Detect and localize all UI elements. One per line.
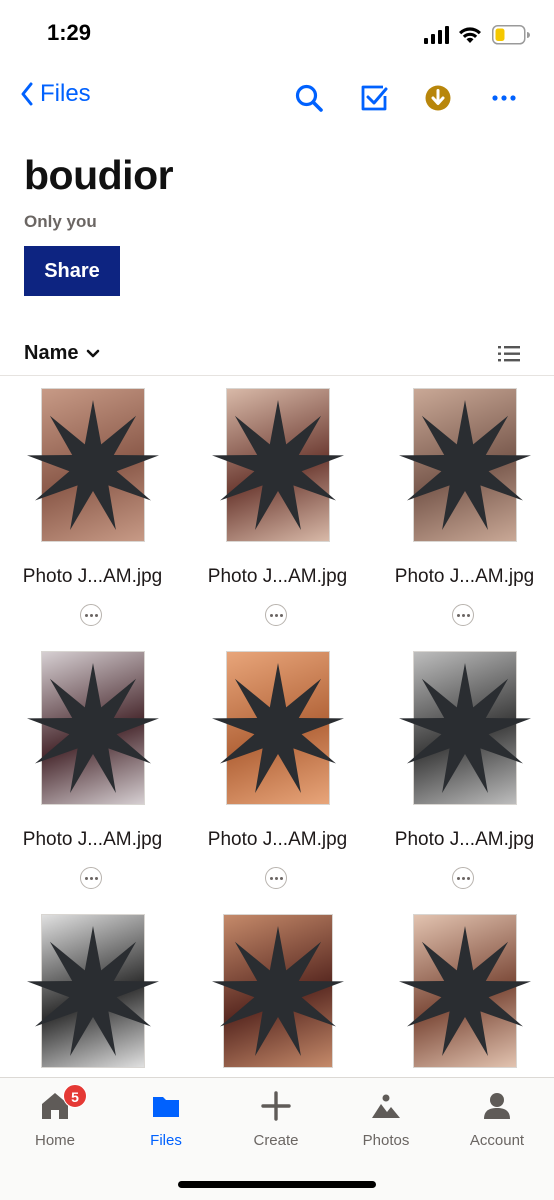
tab-label: Create — [253, 1132, 299, 1149]
chevron-left-icon — [21, 82, 33, 106]
signal-icon — [424, 26, 449, 44]
back-button[interactable]: Files — [20, 80, 91, 108]
file-name: Photo J...AM.jpg — [22, 829, 163, 850]
tab-account[interactable]: Account — [447, 1090, 547, 1158]
folder-title: boudior — [24, 152, 174, 198]
file-name: Photo J...AM.jpg — [394, 829, 535, 850]
file-tile[interactable]: Photo J...AM.jpg — [0, 651, 185, 901]
file-tile[interactable]: Photo J...AM.jpg — [372, 651, 554, 901]
file-more-button[interactable] — [265, 867, 287, 889]
file-more-button[interactable] — [452, 867, 474, 889]
file-name: Photo J...AM.jpg — [22, 566, 163, 587]
file-more-button[interactable] — [80, 604, 102, 626]
status-icons — [424, 22, 532, 46]
tab-create[interactable]: Create — [226, 1090, 326, 1158]
notification-badge: 5 — [63, 1084, 87, 1108]
file-tile[interactable]: Photo J...AM.jpg — [372, 914, 554, 1077]
sort-label: Name — [24, 342, 79, 364]
redaction-star — [211, 663, 344, 793]
status-bar: 1:29 — [0, 0, 554, 66]
file-tile[interactable]: Photo J...AM.jpg — [185, 651, 370, 901]
tab-label: Photos — [362, 1132, 410, 1149]
home-indicator — [178, 1181, 376, 1188]
more-icon[interactable] — [488, 82, 520, 114]
file-tile[interactable]: Photo J...AM.jpg — [0, 914, 185, 1077]
redaction-star — [211, 926, 344, 1056]
tab-label: Home — [34, 1132, 75, 1149]
redaction-star — [398, 663, 531, 793]
file-tile[interactable]: Photo J...AM.jpg — [185, 388, 370, 638]
redaction-star — [211, 400, 344, 530]
redaction-star — [398, 926, 531, 1056]
redaction-star — [26, 926, 159, 1056]
tab-files[interactable]: Files — [116, 1090, 216, 1158]
file-more-button[interactable] — [452, 604, 474, 626]
back-label: Files — [40, 80, 91, 107]
redaction-star — [26, 663, 159, 793]
plus-icon — [261, 1091, 291, 1121]
file-tile[interactable]: Photo J...AM.jpg — [185, 914, 370, 1077]
file-name: Photo J...AM.jpg — [207, 566, 348, 587]
chevron-down-icon — [87, 349, 100, 357]
sort-button[interactable]: Name — [24, 342, 100, 365]
file-more-button[interactable] — [80, 867, 102, 889]
redaction-star — [26, 400, 159, 530]
account-icon — [484, 1093, 510, 1119]
search-icon[interactable] — [293, 82, 325, 114]
tab-photos[interactable]: Photos — [336, 1090, 436, 1158]
offline-download-icon[interactable] — [422, 82, 454, 114]
select-checkbox-icon[interactable] — [358, 82, 390, 114]
file-tile[interactable]: Photo J...AM.jpg — [0, 388, 185, 638]
share-button[interactable]: Share — [24, 246, 120, 296]
file-more-button[interactable] — [265, 604, 287, 626]
sort-bar: Name — [0, 334, 554, 376]
file-tile[interactable]: Photo J...AM.jpg — [372, 388, 554, 638]
redaction-star — [398, 400, 531, 530]
folder-icon — [153, 1097, 179, 1117]
status-time: 1:29 — [47, 20, 92, 45]
battery-low-icon — [492, 25, 530, 45]
sharing-status: Only you — [24, 212, 97, 231]
navigation-bar: Files — [0, 70, 554, 126]
file-name: Photo J...AM.jpg — [207, 829, 348, 850]
wifi-icon — [459, 27, 481, 43]
tab-home[interactable]: 5 Home — [5, 1084, 105, 1158]
list-view-icon[interactable] — [498, 344, 520, 364]
file-name: Photo J...AM.jpg — [394, 566, 535, 587]
tab-label: Account — [469, 1132, 525, 1149]
photos-icon — [372, 1094, 400, 1118]
tab-label: Files — [150, 1132, 182, 1149]
file-grid: Photo J...AM.jpg Photo J...AM.jpg Photo J.… — [0, 377, 554, 1077]
